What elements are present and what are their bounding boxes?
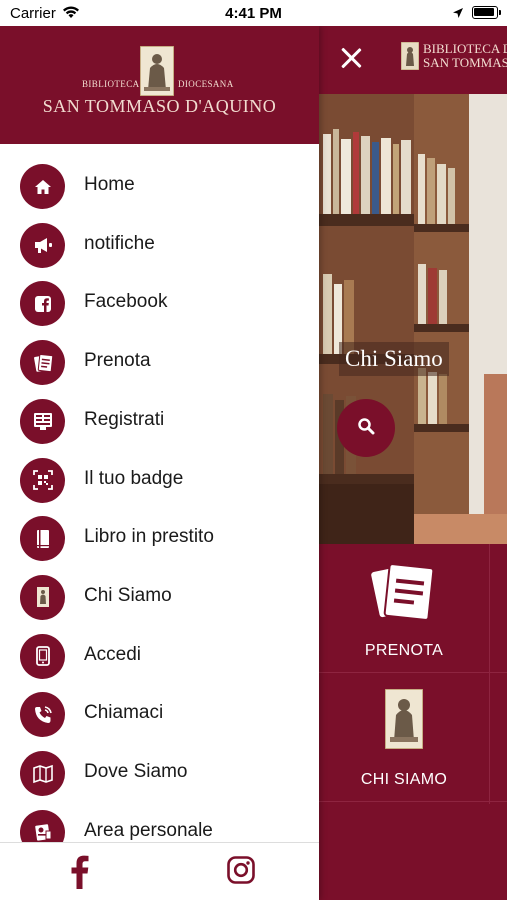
- search-icon: [357, 417, 375, 440]
- status-bar: Carrier 4:41 PM: [0, 0, 507, 26]
- menu-item-facebook[interactable]: Facebook: [0, 281, 319, 337]
- clock: 4:41 PM: [225, 5, 282, 22]
- tile-row-divider: [319, 801, 507, 802]
- saint-emblem-icon: [139, 45, 175, 101]
- main-header-brand: BIBLIOTECA D SAN TOMMASO: [423, 42, 507, 70]
- menu-item-registrati[interactable]: Registrati: [0, 398, 319, 455]
- menu-label-area-personale: Area personale: [84, 819, 213, 841]
- menu-item-dove-siamo[interactable]: Dove Siamo: [0, 751, 319, 807]
- menu-item-badge[interactable]: Il tuo badge: [0, 457, 319, 514]
- location-arrow-icon: [452, 6, 464, 24]
- menu-item-accedi[interactable]: Accedi: [0, 633, 319, 690]
- header-biblioteca: BIBLIOTECA: [82, 79, 140, 89]
- book-icon: [20, 516, 65, 562]
- menu-label-libro-in-prestito: Libro in prestito: [84, 526, 214, 548]
- hero-image: Chi Siamo: [319, 94, 507, 544]
- booking-icon: [371, 560, 435, 629]
- booking-icon: [20, 340, 65, 386]
- menu-item-chi-siamo[interactable]: Chi Siamo: [0, 574, 319, 631]
- menu-label-notifiche: notifiche: [84, 232, 155, 254]
- menu-item-prenota[interactable]: Prenota: [0, 340, 319, 396]
- main-screen: BIBLIOTECA D SAN TOMMASO: [319, 26, 507, 900]
- tile-prenota[interactable]: PRENOTA: [319, 544, 489, 672]
- register-icon: [20, 398, 65, 444]
- menu-item-notifiche[interactable]: notifiche: [0, 222, 319, 279]
- instagram-icon[interactable]: [226, 855, 256, 885]
- menu-label-chi-siamo: Chi Siamo: [84, 584, 172, 606]
- facebook-icon[interactable]: [66, 855, 92, 889]
- bookshelf-photo: [319, 94, 507, 544]
- main-brand-line2: SAN TOMMASO: [423, 55, 507, 70]
- phone-icon: [20, 692, 65, 738]
- about-icon: [20, 574, 65, 620]
- about-icon: [384, 688, 424, 754]
- facebook-icon: [20, 281, 65, 327]
- drawer-header: BIBLIOTECA DIOCESANA SAN TOMMASO D'AQUIN…: [0, 26, 319, 144]
- menu-item-chiamaci[interactable]: Chiamaci: [0, 692, 319, 748]
- login-icon: [20, 633, 65, 679]
- menu-label-facebook: Facebook: [84, 291, 168, 313]
- menu-label-registrati: Registrati: [84, 408, 165, 430]
- search-button[interactable]: [337, 399, 395, 457]
- drawer-footer: [0, 842, 319, 900]
- main-brand-line1: BIBLIOTECA D: [423, 41, 507, 56]
- home-icon: [20, 164, 65, 209]
- saint-emblem-icon: [400, 41, 420, 75]
- header-library-name: SAN TOMMASO D'AQUINO: [42, 96, 277, 116]
- menu-label-badge: Il tuo badge: [84, 467, 184, 489]
- tile-chi-siamo[interactable]: CHI SIAMO: [319, 673, 489, 801]
- close-drawer-button[interactable]: [337, 44, 365, 72]
- menu-label-chiamaci: Chiamaci: [84, 702, 164, 724]
- menu-label-prenota: Prenota: [84, 350, 151, 372]
- navigation-drawer: BIBLIOTECA DIOCESANA SAN TOMMASO D'AQUIN…: [0, 26, 319, 900]
- badge-icon: [20, 457, 65, 503]
- menu-label-accedi: Accedi: [84, 643, 142, 665]
- menu-item-libro-in-prestito[interactable]: Libro in prestito: [0, 516, 319, 572]
- main-header: BIBLIOTECA D SAN TOMMASO: [319, 26, 507, 94]
- battery-icon: [472, 6, 501, 19]
- tile-prenota-label: PRENOTA: [364, 642, 444, 659]
- menu-item-home[interactable]: Home: [0, 164, 319, 220]
- hero-title: Chi Siamo: [339, 342, 449, 376]
- menu-label-dove-siamo: Dove Siamo: [84, 761, 188, 782]
- tile-column-divider: [489, 544, 490, 804]
- header-diocesana: DIOCESANA: [178, 79, 234, 89]
- map-icon: [20, 751, 65, 796]
- megaphone-icon: [20, 222, 65, 268]
- tile-chi-siamo-label: CHI SIAMO: [360, 771, 448, 788]
- menu-label-home: Home: [84, 174, 135, 195]
